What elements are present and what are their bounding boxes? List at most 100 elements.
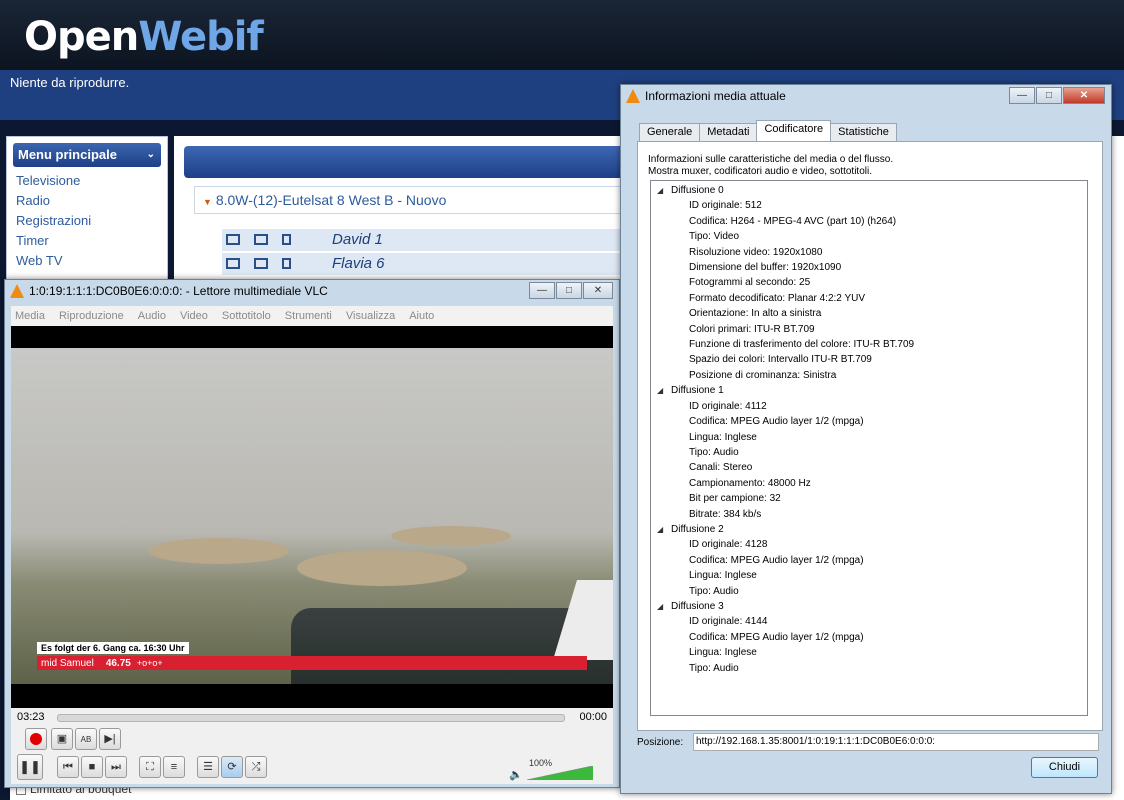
monitor-icon[interactable] bbox=[254, 258, 268, 269]
close-button[interactable]: ✕ bbox=[583, 282, 613, 299]
stream-property[interactable]: Tipo: Audio bbox=[651, 661, 1087, 676]
menu-item-web-tv[interactable]: Web TV bbox=[7, 251, 167, 271]
expand-arrow-icon[interactable]: ◢ bbox=[657, 183, 663, 198]
stream-property[interactable]: Colori primari: ITU-R BT.709 bbox=[651, 322, 1087, 337]
stream-property[interactable]: Formato decodificato: Planar 4:2:2 YUV bbox=[651, 291, 1087, 306]
ab-loop-icon: AB bbox=[80, 735, 92, 744]
codec-description: Informazioni sulle caratteristiche del m… bbox=[648, 154, 893, 178]
openwebif-logo[interactable]: OpenWebif bbox=[24, 14, 264, 60]
stream-property[interactable]: Codifica: MPEG Audio layer 1/2 (mpga) bbox=[651, 553, 1087, 568]
stream-node[interactable]: ◢ Diffusione 2 bbox=[651, 522, 1087, 537]
expand-arrow-icon[interactable]: ◢ bbox=[657, 522, 663, 537]
next-icon: ⏭ bbox=[111, 761, 121, 773]
position-field[interactable]: http://192.168.1.35:8001/1:0:19:1:1:1:DC… bbox=[693, 733, 1099, 751]
frame-step-icon: ▶| bbox=[104, 733, 116, 745]
channel-name[interactable]: David 1 bbox=[332, 231, 383, 248]
previous-button[interactable]: ⏮ bbox=[57, 756, 79, 778]
speaker-icon[interactable]: 🔈 bbox=[509, 768, 523, 781]
elapsed-time: 03:23 bbox=[17, 711, 45, 723]
stream-property[interactable]: Funzione di trasferimento del colore: IT… bbox=[651, 337, 1087, 352]
menu-aiuto[interactable]: Aiuto bbox=[409, 306, 434, 326]
stream-property[interactable]: ID originale: 4128 bbox=[651, 537, 1087, 552]
stream-property[interactable]: Codifica: MPEG Audio layer 1/2 (mpga) bbox=[651, 630, 1087, 645]
stream-property[interactable]: Tipo: Audio bbox=[651, 445, 1087, 460]
tab-generale[interactable]: Generale bbox=[639, 123, 701, 141]
tab-codificatore[interactable]: Codificatore bbox=[756, 120, 832, 141]
stream-property[interactable]: Codifica: H264 - MPEG-4 AVC (part 10) (h… bbox=[651, 214, 1087, 229]
stream-node[interactable]: ◢ Diffusione 3 bbox=[651, 599, 1087, 614]
stream-property[interactable]: ID originale: 512 bbox=[651, 198, 1087, 213]
expand-arrow-icon[interactable]: ◢ bbox=[657, 599, 663, 614]
menu-item-registrazioni[interactable]: Registrazioni bbox=[7, 211, 167, 231]
shuffle-button[interactable]: ⤮ bbox=[245, 756, 267, 778]
playlist-button[interactable]: ☰ bbox=[197, 756, 219, 778]
main-menu-header[interactable]: Menu principale ⌄ bbox=[13, 143, 161, 167]
extended-settings-button[interactable]: ≡ bbox=[163, 756, 185, 778]
stream-property[interactable]: Dimensione del buffer: 1920x1090 bbox=[651, 260, 1087, 275]
menu-video[interactable]: Video bbox=[180, 306, 208, 326]
mobile-icon[interactable] bbox=[282, 258, 291, 269]
mobile-icon[interactable] bbox=[282, 234, 291, 245]
maximize-button[interactable]: □ bbox=[1036, 87, 1062, 104]
position-label: Posizione: bbox=[637, 737, 684, 748]
stream-property[interactable]: Codifica: MPEG Audio layer 1/2 (mpga) bbox=[651, 414, 1087, 429]
stream-property[interactable]: Canali: Stereo bbox=[651, 460, 1087, 475]
minimize-button[interactable]: — bbox=[529, 282, 555, 299]
minimize-button[interactable]: — bbox=[1009, 87, 1035, 104]
stream-property[interactable]: Posizione di crominanza: Sinistra bbox=[651, 368, 1087, 383]
stream-property[interactable]: Tipo: Audio bbox=[651, 584, 1087, 599]
maximize-button[interactable]: □ bbox=[556, 282, 582, 299]
monitor-icon[interactable] bbox=[254, 234, 268, 245]
menu-media[interactable]: Media bbox=[15, 306, 45, 326]
bouquet-header[interactable]: ▼ 8.0W-(12)-Eutelsat 8 West B - Nuovo bbox=[194, 186, 634, 214]
close-dialog-button[interactable]: Chiudi bbox=[1031, 757, 1098, 778]
stream-property[interactable]: Lingua: Inglese bbox=[651, 645, 1087, 660]
stream-property[interactable]: Lingua: Inglese bbox=[651, 568, 1087, 583]
channel-name[interactable]: Flavia 6 bbox=[332, 255, 385, 272]
fullscreen-button[interactable]: ⛶ bbox=[139, 756, 161, 778]
stream-property[interactable]: Orientazione: In alto a sinistra bbox=[651, 306, 1087, 321]
video-area[interactable]: Es folgt der 6. Gang ca. 16:30 Uhr mid S… bbox=[11, 326, 613, 708]
pause-button[interactable]: ❚❚ bbox=[17, 754, 43, 780]
next-button[interactable]: ⏭ bbox=[105, 756, 127, 778]
stream-property[interactable]: Spazio dei colori: Intervallo ITU-R BT.7… bbox=[651, 352, 1087, 367]
loop-ab-button[interactable]: AB bbox=[75, 728, 97, 750]
tab-statistiche[interactable]: Statistiche bbox=[830, 123, 897, 141]
volume-slider[interactable] bbox=[527, 766, 593, 780]
stream-property[interactable]: Lingua: Inglese bbox=[651, 430, 1087, 445]
channel-row[interactable]: David 1 bbox=[222, 229, 634, 251]
menu-item-timer[interactable]: Timer bbox=[7, 231, 167, 251]
close-button[interactable]: ✕ bbox=[1063, 87, 1105, 104]
stream-node[interactable]: ◢ Diffusione 1 bbox=[651, 383, 1087, 398]
stream-node[interactable]: ◢ Diffusione 0 bbox=[651, 183, 1087, 198]
menu-audio[interactable]: Audio bbox=[138, 306, 166, 326]
snapshot-button[interactable]: ▣ bbox=[51, 728, 73, 750]
stop-button[interactable]: ■ bbox=[81, 756, 103, 778]
seek-bar[interactable] bbox=[57, 714, 565, 722]
stream-property[interactable]: Bit per campione: 32 bbox=[651, 491, 1087, 506]
epg-icon[interactable] bbox=[226, 258, 240, 269]
tab-metadati[interactable]: Metadati bbox=[699, 123, 758, 141]
stream-tree[interactable]: ◢ Diffusione 0 ID originale: 512 Codifica: … bbox=[650, 180, 1088, 716]
channel-row[interactable]: Flavia 6 bbox=[222, 253, 634, 275]
menu-item-radio[interactable]: Radio bbox=[7, 191, 167, 211]
stream-property[interactable]: Bitrate: 384 kb/s bbox=[651, 507, 1087, 522]
expand-arrow-icon[interactable]: ◢ bbox=[657, 383, 663, 398]
stream-property[interactable]: Risoluzione video: 1920x1080 bbox=[651, 245, 1087, 260]
frame-step-button[interactable]: ▶| bbox=[99, 728, 121, 750]
menu-visualizza[interactable]: Visualizza bbox=[346, 306, 395, 326]
vlc-titlebar[interactable]: 1:0:19:1:1:1:DC0B0E6:0:0:0: - Lettore mu… bbox=[5, 280, 619, 302]
repeat-button[interactable]: ⟳ bbox=[221, 756, 243, 778]
stop-icon: ■ bbox=[88, 761, 96, 773]
stream-property[interactable]: ID originale: 4112 bbox=[651, 399, 1087, 414]
menu-sottotitolo[interactable]: Sottotitolo bbox=[222, 306, 271, 326]
menu-item-televisione[interactable]: Televisione bbox=[7, 171, 167, 191]
stream-property[interactable]: Fotogrammi al secondo: 25 bbox=[651, 275, 1087, 290]
stream-property[interactable]: Campionamento: 48000 Hz bbox=[651, 476, 1087, 491]
stream-property[interactable]: ID originale: 4144 bbox=[651, 614, 1087, 629]
menu-strumenti[interactable]: Strumenti bbox=[285, 306, 332, 326]
stream-property[interactable]: Tipo: Video bbox=[651, 229, 1087, 244]
record-button[interactable] bbox=[25, 728, 47, 750]
menu-riproduzione[interactable]: Riproduzione bbox=[59, 306, 124, 326]
epg-icon[interactable] bbox=[226, 234, 240, 245]
